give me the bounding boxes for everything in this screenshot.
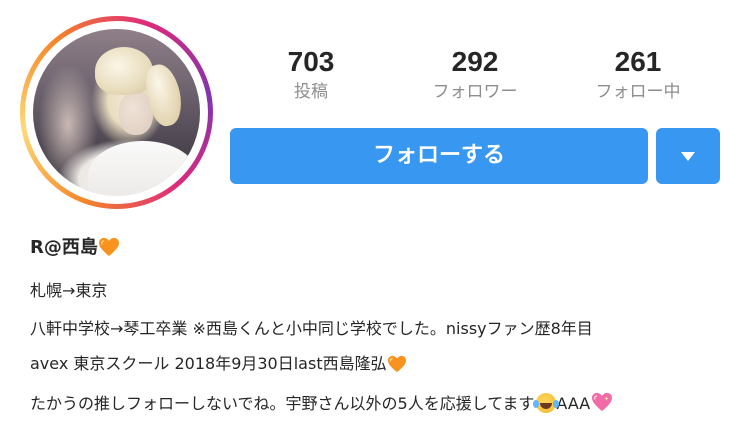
posts-stat[interactable]: 703 投稿 xyxy=(251,45,371,105)
bio-line-4-row: たかうの推しフォローしないでね。宇野さん以外の5人を応援してます AAA xyxy=(30,392,613,418)
tears-of-joy-icon xyxy=(533,393,557,413)
following-stat[interactable]: 261 フォロー中 xyxy=(578,45,698,105)
more-options-button[interactable] xyxy=(656,128,720,184)
avatar-hair xyxy=(95,47,153,95)
avatar-border xyxy=(25,21,208,204)
avatar-shoulder xyxy=(88,141,198,196)
bio-line-3: avex 東京スクール 2018年9月30日last西島隆弘 xyxy=(30,354,387,373)
following-count: 261 xyxy=(614,46,662,77)
orange-heart-icon xyxy=(98,237,120,264)
story-ring[interactable] xyxy=(20,16,213,209)
chevron-down-icon xyxy=(681,152,695,161)
posts-label: 投稿 xyxy=(294,82,328,102)
bio-line-4: たかうの推しフォローしないでね。宇野さん以外の5人を応援してます xyxy=(30,394,535,413)
posts-count: 703 xyxy=(287,46,335,77)
followers-label: フォロワー xyxy=(432,82,518,102)
followers-stat[interactable]: 292 フォロワー xyxy=(415,45,535,105)
follow-button[interactable]: フォローする xyxy=(230,128,648,184)
profile-name: R@西島 xyxy=(30,237,98,258)
bio-line-2: 八軒中学校→琴工卒業 ※西島くんと小中同じ学校でした。nissyファン歴8年目 xyxy=(30,319,593,338)
bio-line-3-row: avex 東京スクール 2018年9月30日last西島隆弘 xyxy=(30,353,407,379)
avatar[interactable] xyxy=(33,29,200,196)
sparkling-pink-heart-icon xyxy=(591,392,613,418)
bio-line-1: 札幌→東京 xyxy=(30,281,108,300)
followers-count: 292 xyxy=(451,46,499,77)
orange-heart-icon xyxy=(387,355,407,379)
following-label: フォロー中 xyxy=(595,82,681,102)
bio-line-4-tail: AAA xyxy=(556,394,591,413)
profile-name-row: R@西島 xyxy=(30,236,120,264)
